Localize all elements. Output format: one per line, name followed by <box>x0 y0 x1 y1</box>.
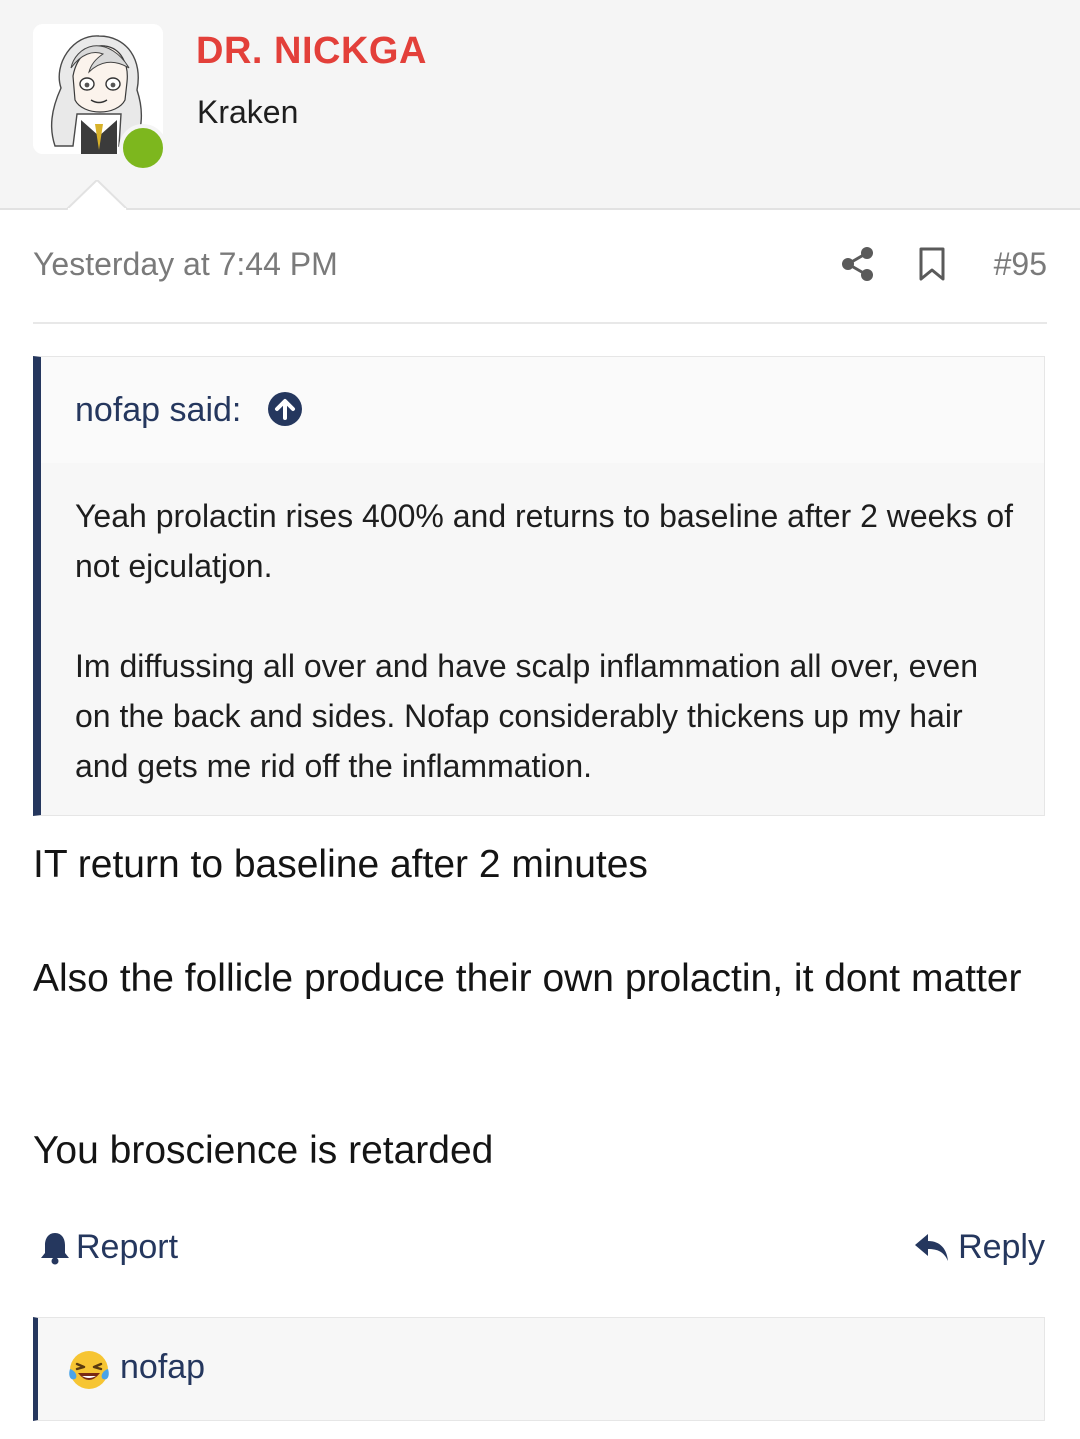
reply-label: Reply <box>958 1228 1045 1266</box>
post-number-link[interactable]: #95 <box>994 246 1047 283</box>
quote-paragraph: Yeah prolactin rises 400% and returns to… <box>75 498 1014 584</box>
reactions-bar[interactable]: nofap <box>33 1317 1045 1421</box>
quote-header: nofap said: <box>41 357 1044 463</box>
post-paragraph: IT return to baseline after 2 minutes <box>33 843 648 886</box>
author-name[interactable]: DR. NICKGA <box>196 30 427 73</box>
online-status-indicator <box>119 124 167 172</box>
post-timestamp[interactable]: Yesterday at 7:44 PM <box>33 246 338 283</box>
quote-block: nofap said: Yeah prolactin rises 400% an… <box>33 356 1045 816</box>
quote-content: Yeah prolactin rises 400% and returns to… <box>75 491 1015 841</box>
report-button[interactable]: Report <box>40 1228 178 1267</box>
report-label: Report <box>76 1228 179 1266</box>
bookmark-icon[interactable] <box>917 246 947 282</box>
bell-icon <box>41 1232 69 1264</box>
avatar[interactable] <box>33 24 167 172</box>
reply-arrow-icon <box>915 1233 949 1261</box>
post-paragraph: You broscience is retarded <box>33 1129 494 1172</box>
reply-button[interactable]: Reply <box>914 1228 1045 1267</box>
laughing-crying-emoji-icon <box>69 1351 109 1389</box>
share-icon[interactable] <box>841 246 875 282</box>
reaction-user-link[interactable]: nofap <box>120 1348 205 1387</box>
post-meta-bar: Yesterday at 7:44 PM #95 <box>33 240 1047 324</box>
post-paragraph: Also the follicle produce their own prol… <box>33 957 1022 1000</box>
jump-to-quote-arrow-icon[interactable] <box>267 391 303 427</box>
author-title: Kraken <box>197 94 299 130</box>
post-author-header: DR. NICKGA Kraken <box>0 0 1080 210</box>
quote-author-link[interactable]: nofap said: <box>75 391 241 430</box>
quote-paragraph: Im diffussing all over and have scalp in… <box>75 648 978 784</box>
